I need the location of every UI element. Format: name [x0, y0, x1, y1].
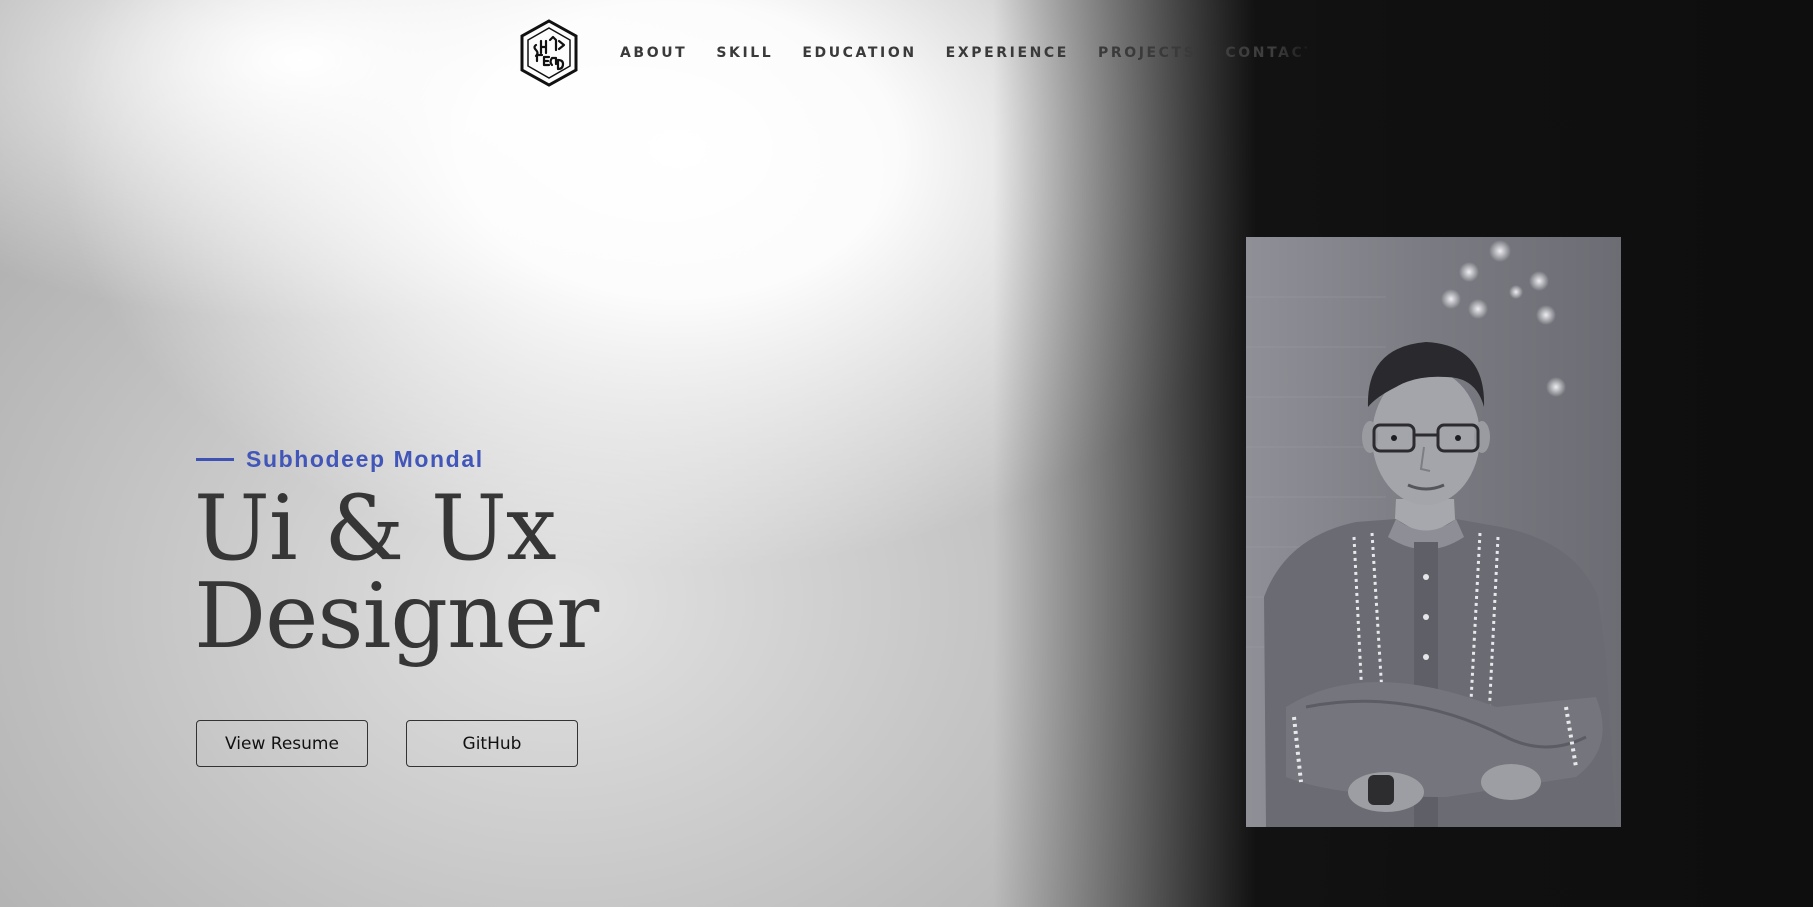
hero-title-line-1: Ui & Ux: [194, 476, 557, 581]
nav-link-skill[interactable]: SKILL: [716, 45, 773, 61]
designer-name: Subhodeep Mondal: [246, 446, 484, 472]
nav-link-education[interactable]: EDUCATION: [802, 45, 916, 61]
nav-link-experience[interactable]: EXPERIENCE: [946, 45, 1069, 61]
view-resume-button[interactable]: View Resume: [196, 720, 368, 767]
logo[interactable]: [518, 18, 580, 88]
nav-link-contact[interactable]: CONTACT: [1225, 45, 1307, 61]
nav-links: ABOUT SKILL EDUCATION EXPERIENCE PROJECT…: [620, 45, 1307, 61]
top-navigation: ABOUT SKILL EDUCATION EXPERIENCE PROJECT…: [518, 18, 1307, 88]
accent-line: [196, 458, 234, 461]
hero-title: Ui & Ux Designer: [194, 476, 599, 669]
hero-buttons: View Resume GitHub: [196, 720, 578, 767]
hero-title-line-2: Designer: [194, 564, 599, 669]
nav-link-about[interactable]: ABOUT: [620, 45, 687, 61]
hero-section: Subhodeep Mondal Ui & Ux Designer View R…: [194, 446, 599, 767]
portrait-photo: [1246, 237, 1621, 827]
portrait-illustration: [1246, 237, 1621, 827]
github-button[interactable]: GitHub: [406, 720, 578, 767]
nav-link-projects[interactable]: PROJECTS: [1098, 45, 1196, 61]
hero-subtitle: Subhodeep Mondal: [196, 446, 598, 473]
hexagon-monogram-logo-icon: [520, 19, 578, 87]
